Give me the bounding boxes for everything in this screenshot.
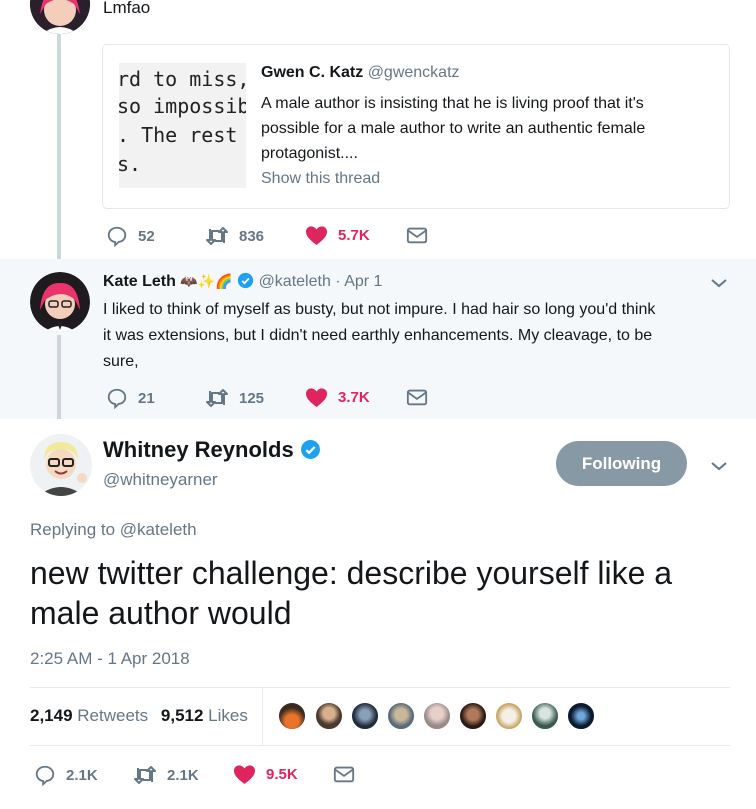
message-button[interactable]	[333, 764, 365, 784]
more-options-chevron-icon[interactable]	[710, 459, 728, 477]
envelope-icon	[406, 389, 428, 406]
like-count: 5.7K	[338, 227, 370, 244]
tweet-date[interactable]: · Apr 1	[335, 273, 382, 290]
avatar[interactable]	[30, 0, 90, 34]
like-button[interactable]: 9.5K	[233, 764, 298, 785]
quoted-author-handle[interactable]: @gwenckatz	[368, 64, 460, 81]
liker-avatar[interactable]	[422, 701, 452, 731]
retweets-label: Retweets	[77, 706, 149, 725]
reply-button[interactable]: 2.1K	[34, 764, 98, 786]
author-handle[interactable]: @whitneyarner	[103, 470, 218, 490]
retweet-count: 125	[239, 389, 265, 407]
liker-avatar[interactable]	[530, 701, 560, 731]
reply-button[interactable]: 52	[106, 225, 155, 247]
retweets-count: 2,149	[30, 706, 73, 725]
tweet-text-line: sure,	[103, 353, 139, 370]
image-text-line: s.	[119, 152, 142, 176]
reply-button[interactable]: 21	[106, 387, 155, 409]
likes-stat[interactable]: 9,512 Likes	[161, 706, 248, 725]
thread-line	[57, 34, 61, 260]
stats-separator	[262, 688, 263, 745]
liker-avatar[interactable]	[314, 701, 344, 731]
liker-avatar[interactable]	[458, 701, 488, 731]
liker-avatar[interactable]	[350, 701, 380, 731]
tweet-stats: 2,149 Retweets 9,512 Likes	[30, 706, 248, 726]
liker-avatar[interactable]	[494, 701, 524, 731]
tweet-timestamp[interactable]: 2:25 AM - 1 Apr 2018	[30, 649, 190, 669]
quoted-author-name[interactable]: Gwen C. Katz	[261, 64, 363, 81]
verified-badge-icon	[237, 272, 254, 289]
message-button[interactable]	[406, 387, 438, 407]
like-count: 3.7K	[338, 389, 370, 406]
image-text-line: so impossibly	[119, 94, 246, 118]
replying-to-handle[interactable]: @kateleth	[120, 520, 197, 539]
reply-icon	[35, 765, 55, 786]
retweet-icon	[206, 389, 228, 407]
tweet-text-line: new twitter challenge: describe yourself…	[30, 555, 673, 591]
author-name[interactable]: Whitney Reynolds	[103, 437, 294, 462]
liker-avatar[interactable]	[277, 701, 307, 731]
name-emoji: 🦇✨🌈	[180, 273, 233, 289]
image-text-line: rd to miss, I	[119, 67, 246, 91]
author-name[interactable]: Kate Leth	[103, 273, 176, 290]
like-button[interactable]: 3.7K	[305, 387, 370, 408]
likes-label: Likes	[208, 706, 248, 725]
tweet-text-line: it was extensions, but I didn't need ear…	[103, 327, 653, 344]
like-button[interactable]: 5.7K	[305, 225, 370, 246]
envelope-icon	[406, 227, 428, 244]
liker-avatar[interactable]	[566, 701, 596, 731]
avatar[interactable]	[30, 434, 92, 496]
quoted-tweet[interactable]: rd to miss, I so impossibly . The rest o…	[102, 44, 730, 209]
quoted-text-line: possible for a male author to write an a…	[261, 120, 646, 137]
verified-badge-icon	[300, 440, 320, 459]
show-thread-link[interactable]: Show this thread	[261, 170, 380, 188]
reply-count: 2.1K	[66, 766, 98, 784]
reply-count: 52	[138, 227, 155, 245]
replying-to: Replying to @kateleth	[30, 520, 197, 540]
quoted-text-line: protagonist....	[261, 145, 358, 162]
retweet-button[interactable]: 2.1K	[133, 764, 199, 786]
quoted-tweet-image[interactable]: rd to miss, I so impossibly . The rest o…	[119, 63, 246, 188]
following-button[interactable]: Following	[556, 441, 687, 486]
reply-icon	[107, 388, 127, 409]
likes-count: 9,512	[160, 706, 204, 725]
like-count: 9.5K	[266, 766, 298, 783]
liker-avatar[interactable]	[386, 701, 416, 731]
heart-icon	[306, 226, 327, 246]
retweet-button[interactable]: 125	[205, 387, 264, 409]
retweet-count: 836	[239, 227, 265, 245]
envelope-icon	[333, 766, 355, 783]
tweet-text: Lmfao	[103, 0, 151, 17]
message-button[interactable]	[406, 225, 438, 245]
thread-line	[57, 335, 61, 419]
retweet-icon	[206, 227, 228, 245]
tweet-text-line: male author would	[30, 595, 292, 631]
heart-icon	[234, 765, 255, 785]
avatar[interactable]	[30, 272, 90, 332]
reply-count: 21	[138, 389, 155, 407]
tweet-text-line: I liked to think of myself as busty, but…	[103, 301, 656, 318]
author-handle[interactable]: @kateleth	[259, 273, 331, 290]
image-text-line: . The rest o	[119, 123, 246, 147]
divider	[30, 745, 730, 746]
retweet-icon	[134, 766, 156, 784]
replying-prefix: Replying to	[30, 520, 120, 539]
heart-icon	[306, 388, 327, 408]
divider	[30, 687, 730, 688]
retweets-stat[interactable]: 2,149 Retweets	[30, 706, 153, 725]
quoted-text-line: A male author is insisting that he is li…	[261, 95, 644, 112]
retweet-button[interactable]: 836	[205, 225, 264, 247]
more-options-chevron-icon[interactable]	[710, 276, 728, 294]
reply-icon	[107, 226, 127, 247]
retweet-count: 2.1K	[167, 766, 199, 784]
